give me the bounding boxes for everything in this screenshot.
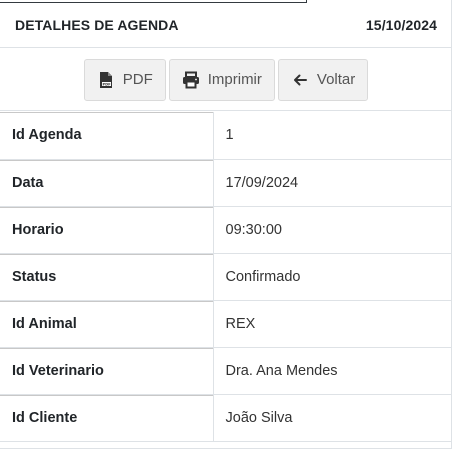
print-button-label: Imprimir [207, 71, 262, 88]
pdf-button-label: PDF [122, 71, 153, 88]
back-button-label: Voltar [316, 71, 356, 88]
arrow-left-icon [291, 71, 309, 89]
table-row: Status Confirmado [0, 253, 452, 301]
details-table: Id Agenda 1 Data 17/09/2024 Horario 09:3… [0, 112, 452, 442]
field-label: Id Veterinario [0, 347, 214, 395]
field-label: Status [0, 253, 214, 301]
field-value: 09:30:00 [213, 206, 452, 254]
printer-icon [182, 71, 200, 89]
field-label: Id Agenda [0, 112, 214, 160]
table-row: Id Agenda 1 [0, 112, 452, 160]
svg-text:PDF: PDF [102, 82, 111, 86]
table-row: Data 17/09/2024 [0, 159, 452, 207]
field-value: REX [213, 300, 452, 348]
action-toolbar: PDF PDF Imprimir Voltar [0, 49, 452, 111]
field-value: João Silva [213, 394, 452, 442]
table-row: Id Cliente João Silva [0, 394, 452, 442]
back-button[interactable]: Voltar [277, 58, 369, 101]
field-label: Horario [0, 206, 214, 254]
field-value: Confirmado [213, 253, 452, 301]
pdf-button[interactable]: PDF PDF [83, 58, 166, 101]
field-value: 17/09/2024 [213, 159, 452, 207]
card-header: DETALHES DE AGENDA 15/10/2024 [0, 3, 452, 48]
field-label: Id Animal [0, 300, 214, 348]
field-value: Dra. Ana Mendes [213, 347, 452, 395]
print-button[interactable]: Imprimir [168, 58, 275, 101]
field-value: 1 [213, 112, 452, 160]
header-date: 15/10/2024 [365, 17, 437, 33]
table-row: Id Animal REX [0, 300, 452, 348]
table-row: Horario 09:30:00 [0, 206, 452, 254]
field-label: Id Cliente [0, 394, 214, 442]
table-row: Id Veterinario Dra. Ana Mendes [0, 347, 452, 395]
pdf-file-icon: PDF [97, 71, 115, 89]
page-title: DETALHES DE AGENDA [15, 17, 179, 33]
field-label: Data [0, 159, 214, 207]
